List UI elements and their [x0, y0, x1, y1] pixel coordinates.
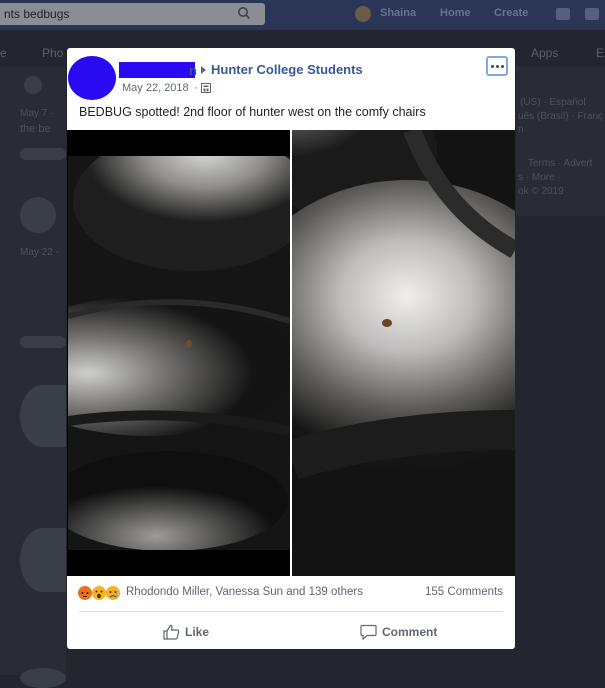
wow-reaction-icon	[92, 586, 106, 600]
photo-right[interactable]	[292, 130, 515, 576]
bedbug-mark	[186, 340, 192, 348]
search-input[interactable]: nts bedbugs	[0, 3, 265, 25]
leather-chair-photo	[68, 156, 290, 550]
sidebar-link[interactable]: uês (Brasil) · Franç	[518, 111, 603, 122]
bedbug-mark	[382, 319, 392, 327]
create-link[interactable]: Create	[494, 7, 528, 19]
feed-date: May 7 ·	[20, 108, 54, 119]
divider	[79, 611, 503, 612]
more-icon	[500, 64, 504, 68]
comment-button[interactable]: Comment	[360, 622, 437, 642]
group-link[interactable]: Hunter College Students	[211, 62, 363, 77]
feed-avatar	[20, 197, 56, 233]
triangle-arrow-icon	[201, 66, 206, 74]
post-text: BEDBUG spotted! 2nd floor of hunter west…	[79, 105, 426, 119]
comment-label: Comment	[382, 625, 438, 639]
feed-date: May 22 ·	[20, 247, 59, 258]
profile-avatar[interactable]	[355, 6, 371, 22]
top-bar: nts bedbugs Shaina Home Create	[0, 0, 605, 30]
reaction-icons[interactable]	[77, 585, 123, 601]
angry-reaction-icon	[78, 586, 92, 600]
subnav-item-photos[interactable]: Pho	[42, 46, 63, 60]
like-icon	[163, 624, 180, 640]
messenger-icon[interactable]	[585, 8, 599, 20]
sidebar-link[interactable]: (US) · Español	[520, 97, 586, 108]
like-button[interactable]: Like	[163, 622, 209, 642]
sad-reaction-icon	[106, 586, 120, 600]
reaction-names[interactable]: Rhodondo Miller, Vanessa Sun and 139 oth…	[126, 586, 363, 598]
author-name-redaction	[119, 62, 195, 78]
subnav-item-apps[interactable]: Apps	[531, 46, 558, 60]
photo-left[interactable]	[68, 156, 290, 550]
copyright: ok © 2019	[518, 186, 564, 197]
feed-avatar	[20, 385, 66, 447]
more-options-button[interactable]	[486, 56, 508, 76]
subnav-item[interactable]: E	[596, 46, 604, 60]
feed-reactions	[20, 336, 66, 348]
more-icon	[495, 64, 499, 68]
profile-name[interactable]: Shaina	[380, 7, 416, 19]
subnav-item[interactable]: e	[0, 46, 7, 60]
author-avatar[interactable]	[68, 56, 116, 100]
post-modal: n Hunter College Students May 22, 2018 ·…	[67, 48, 515, 649]
friends-icon[interactable]	[556, 8, 570, 20]
sidebar-link[interactable]: s · More ·	[518, 172, 561, 183]
feed-avatar	[20, 668, 66, 688]
like-label: Like	[185, 625, 210, 639]
feed-text: the be	[20, 123, 51, 135]
sidebar-link[interactable]: Terms · Advert	[528, 158, 592, 169]
more-icon	[490, 64, 494, 68]
search-query: nts bedbugs	[4, 7, 70, 21]
globe-icon	[201, 83, 211, 93]
photo-grid	[67, 130, 515, 576]
search-icon[interactable]	[237, 6, 251, 20]
author-name[interactable]: n	[189, 63, 197, 78]
comment-icon	[360, 624, 377, 640]
post-date[interactable]: May 22, 2018	[122, 82, 189, 94]
feed-reactions	[20, 148, 66, 160]
home-link[interactable]: Home	[440, 7, 471, 19]
feed-avatar	[20, 528, 66, 592]
leather-chair-photo	[292, 130, 515, 576]
sidebar-link[interactable]: n	[518, 124, 524, 135]
comments-count[interactable]: 155 Comments	[425, 586, 503, 598]
feed-avatar	[24, 76, 42, 94]
meta-separator: ·	[194, 82, 198, 94]
